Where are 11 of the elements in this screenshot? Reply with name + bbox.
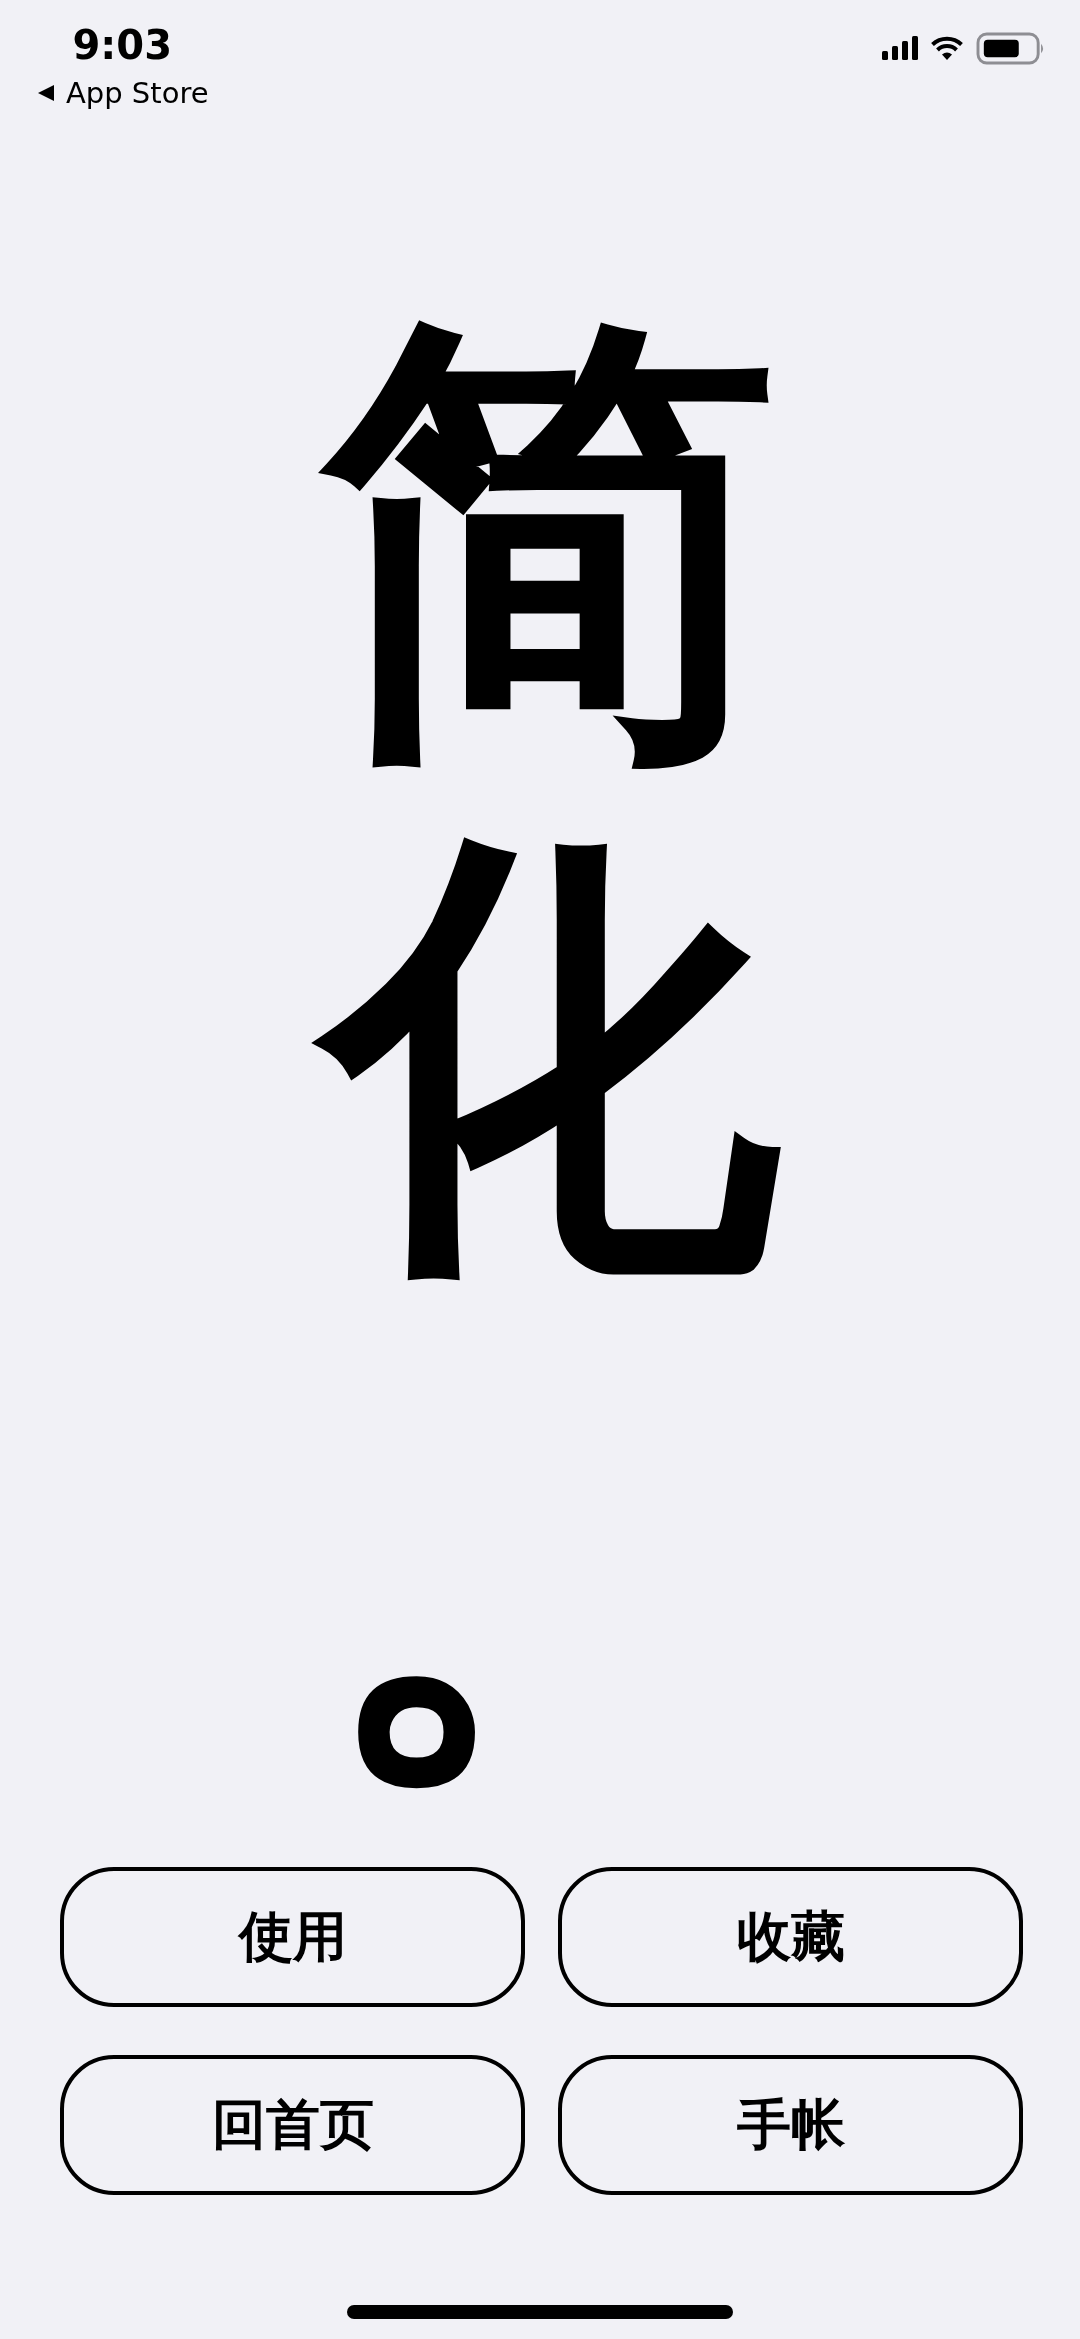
menu-button[interactable]: 手帐: [558, 2055, 1023, 2195]
menu-button[interactable]: 回首页: [60, 2055, 525, 2195]
signal-icon: [882, 36, 918, 60]
back-triangle-icon[interactable]: [36, 83, 56, 103]
back-link[interactable]: App Store: [66, 76, 209, 110]
status-time: 9:03: [72, 22, 172, 68]
menu-button[interactable]: 收藏: [558, 1867, 1023, 2007]
battery-icon: [976, 31, 1046, 65]
wifi-icon: [930, 36, 964, 60]
slogan-text: 简化。: [297, 262, 895, 1854]
menu-button[interactable]: 使用: [60, 1867, 525, 2007]
